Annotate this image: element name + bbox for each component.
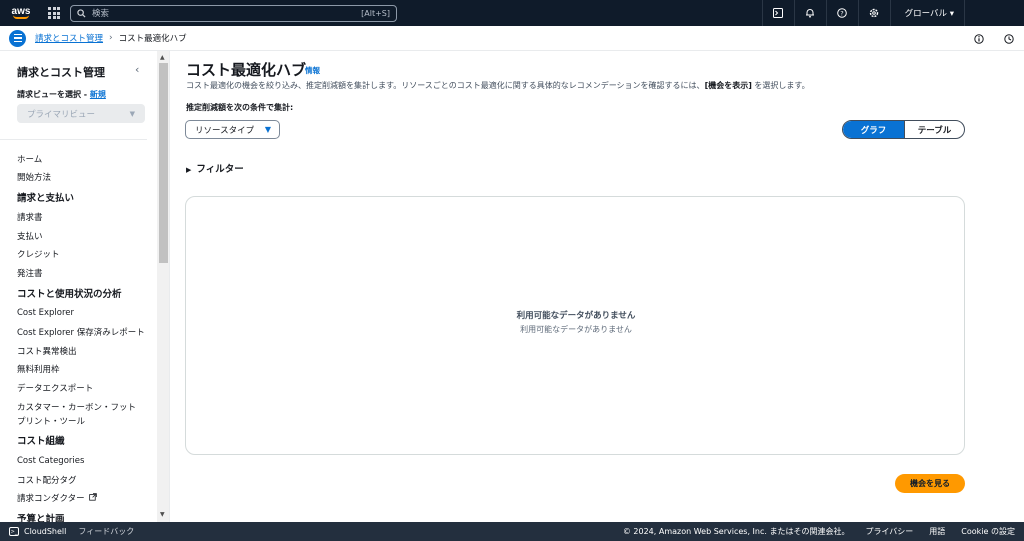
sidebar-item-carbon-footprint[interactable]: カスタマー・カーボン・フット bbox=[17, 401, 136, 413]
table-toggle-button[interactable]: テーブル bbox=[904, 121, 964, 138]
empty-state-title: 利用可能なデータがありません bbox=[516, 311, 636, 321]
scroll-down-icon[interactable]: ▼ bbox=[160, 511, 165, 518]
sidebar-item-free-tier[interactable]: 無料利用枠 bbox=[17, 363, 60, 375]
region-selector[interactable]: グローバル ▾ bbox=[889, 0, 964, 26]
sidebar-item-credits[interactable]: クレジット bbox=[17, 248, 60, 260]
sidebar-item-bills[interactable]: 請求書 bbox=[17, 211, 43, 223]
copyright-text: © 2024, Amazon Web Services, Inc. またはその関… bbox=[622, 527, 850, 536]
view-opportunities-button[interactable]: 機会を見る bbox=[895, 474, 965, 493]
breadcrumb-current: コスト最適化ハブ bbox=[118, 34, 187, 44]
sidebar-item-cost-explorer[interactable]: Cost Explorer bbox=[17, 308, 74, 318]
sidebar-title[interactable]: 請求とコスト管理 bbox=[17, 64, 105, 80]
page-description: コスト最適化の機会を絞り込み、推定削減額を集計します。リソースごとのコスト最適化… bbox=[186, 81, 810, 90]
sidebar-section-cost-org: コスト組織 bbox=[17, 436, 65, 447]
main-content: コスト最適化ハブ 情報 コスト最適化の機会を絞り込み、推定削減額を集計します。リ… bbox=[171, 51, 1024, 522]
chevron-down-icon: ▼ bbox=[129, 109, 135, 118]
breadcrumb-parent-link[interactable]: 請求とコスト管理 bbox=[35, 32, 103, 44]
bell-icon[interactable] bbox=[793, 0, 826, 26]
sidebar-item-billing-conductor[interactable]: 請求コンダクター bbox=[17, 492, 98, 504]
aws-logo[interactable]: aws bbox=[8, 0, 34, 26]
info-panel-icon[interactable] bbox=[964, 33, 994, 44]
services-grid-icon[interactable] bbox=[48, 7, 60, 19]
search-input[interactable]: 検索 [Alt+S] bbox=[70, 4, 397, 22]
view-toggle: グラフ テーブル bbox=[842, 120, 965, 139]
external-link-icon bbox=[89, 493, 98, 501]
breadcrumb-separator: › bbox=[109, 33, 113, 43]
cloudshell-icon[interactable] bbox=[761, 0, 794, 26]
terminal-icon: >_ bbox=[9, 527, 19, 536]
graph-toggle-button[interactable]: グラフ bbox=[843, 121, 904, 138]
svg-text:?: ? bbox=[840, 9, 843, 17]
empty-state-subtitle: 利用可能なデータがありません bbox=[520, 325, 632, 334]
breadcrumb-bar: 請求とコスト管理 › コスト最適化ハブ bbox=[0, 26, 1024, 51]
sidebar-item-cost-categories[interactable]: Cost Categories bbox=[17, 456, 84, 466]
top-navigation: aws 検索 [Alt+S] ? グローバル ▾ bbox=[0, 0, 1024, 26]
info-link[interactable]: 情報 bbox=[305, 65, 320, 76]
menu-icon[interactable] bbox=[9, 29, 26, 47]
billing-view-select[interactable]: プライマリビュー ▼ bbox=[17, 104, 145, 123]
sidebar-item-anomaly-detection[interactable]: コスト異常検出 bbox=[17, 345, 77, 357]
feedback-link[interactable]: フィードバック bbox=[78, 526, 134, 537]
history-icon[interactable] bbox=[994, 33, 1024, 44]
privacy-link[interactable]: プライバシー bbox=[865, 526, 913, 537]
scroll-up-icon[interactable]: ▲ bbox=[160, 54, 165, 61]
sidebar-divider bbox=[0, 139, 147, 140]
search-shortcut: [Alt+S] bbox=[361, 8, 390, 18]
aggregate-select[interactable]: リソースタイプ ▼ bbox=[185, 120, 280, 139]
account-menu[interactable] bbox=[964, 0, 1024, 26]
sidebar-item-home[interactable]: ホーム bbox=[17, 153, 42, 165]
footer: >_ CloudShell フィードバック © 2024, Amazon Web… bbox=[0, 522, 1024, 541]
cookie-settings-link[interactable]: Cookie の設定 bbox=[961, 526, 1015, 537]
chart-container: 利用可能なデータがありません 利用可能なデータがありません bbox=[185, 196, 965, 455]
sidebar-item-purchase-orders[interactable]: 発注書 bbox=[17, 267, 43, 279]
sidebar-item-cost-explorer-reports[interactable]: Cost Explorer 保存済みレポート bbox=[17, 326, 145, 338]
billing-view-label: 請求ビューを選択 - 新規 bbox=[17, 90, 106, 99]
cloudshell-button[interactable]: >_ CloudShell bbox=[9, 527, 66, 536]
side-navigation: 請求とコスト管理 ‹ 請求ビューを選択 - 新規 プライマリビュー ▼ ホーム … bbox=[0, 51, 170, 522]
sidebar-item-payments[interactable]: 支払い bbox=[17, 230, 43, 242]
settings-icon[interactable] bbox=[857, 0, 890, 26]
sidebar-section-billing: 請求と支払い bbox=[17, 193, 75, 204]
filter-expander[interactable]: ▶ フィルター bbox=[186, 161, 244, 175]
search-placeholder: 検索 bbox=[92, 9, 110, 19]
sidebar-section-budgets: 予算と計画 bbox=[17, 514, 65, 522]
terms-link[interactable]: 用語 bbox=[929, 526, 945, 537]
sidebar-item-getting-started[interactable]: 開始方法 bbox=[17, 171, 51, 183]
sidebar-item-carbon-footprint-cont[interactable]: プリント・ツール bbox=[17, 415, 85, 427]
sidebar-scrollbar-thumb[interactable] bbox=[159, 63, 168, 263]
caret-down-icon: ▼ bbox=[264, 125, 271, 134]
sidebar-item-cost-allocation-tags[interactable]: コスト配分タグ bbox=[17, 474, 77, 486]
caret-right-icon: ▶ bbox=[186, 166, 192, 174]
sidebar-collapse-icon[interactable]: ‹ bbox=[135, 63, 139, 76]
sidebar-section-cost-analysis: コストと使用状況の分析 bbox=[17, 289, 122, 300]
new-badge-link[interactable]: 新規 bbox=[90, 90, 106, 99]
page-title: コスト最適化ハブ bbox=[186, 61, 307, 79]
help-icon[interactable]: ? bbox=[825, 0, 858, 26]
aggregate-label: 推定削減額を次の条件で集計: bbox=[186, 103, 294, 112]
sidebar-item-data-exports[interactable]: データエクスポート bbox=[17, 382, 93, 394]
search-icon bbox=[77, 8, 86, 18]
